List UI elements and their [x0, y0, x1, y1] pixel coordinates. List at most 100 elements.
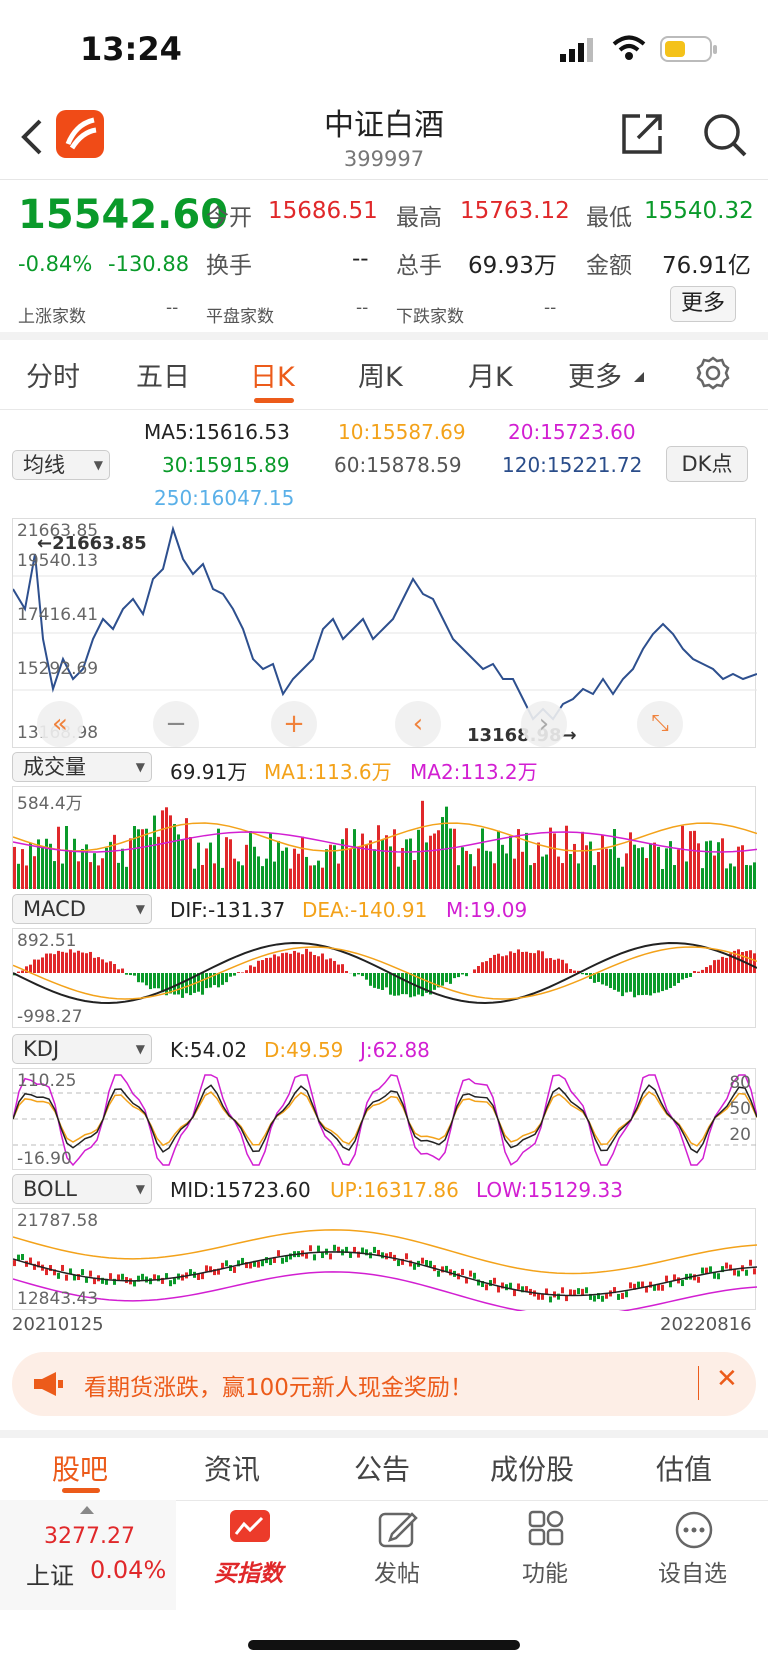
boll-candle	[397, 1260, 400, 1267]
tab-valuation[interactable]: 估值	[656, 1448, 712, 1488]
tab-monthly-k[interactable]: 月K	[468, 355, 513, 394]
kline-chart[interactable]: 21663.85 19540.13 17416.41 15292.69 1316…	[12, 518, 757, 748]
volume-bar	[237, 861, 240, 889]
volume-bar	[681, 825, 684, 889]
volume-bar	[365, 844, 368, 889]
macd-bar	[489, 957, 492, 973]
boll-candle	[473, 1272, 476, 1279]
tab-forum[interactable]: 股吧	[52, 1448, 108, 1488]
volume-bar	[473, 866, 476, 889]
kdj-d: D:49.59	[264, 1038, 344, 1062]
settings-gear-icon[interactable]	[696, 356, 730, 390]
macd-bar	[649, 973, 652, 996]
share-icon[interactable]	[620, 112, 664, 156]
volume-bar	[621, 866, 624, 889]
volume-bar	[173, 824, 176, 889]
scroll-left-fast-icon[interactable]: «	[37, 701, 83, 747]
volume-bar	[101, 858, 104, 889]
macd-bar	[389, 973, 392, 995]
volume-bar	[41, 846, 44, 889]
fullscreen-icon[interactable]: ⤡	[637, 701, 683, 747]
boll-candle	[261, 1260, 264, 1267]
boll-low: LOW:15129.33	[476, 1178, 623, 1202]
boll-select[interactable]: BOLL ▼	[12, 1174, 152, 1204]
macd-bar	[525, 951, 528, 973]
volume-bar	[673, 865, 676, 889]
more-button[interactable]: 更多	[670, 286, 736, 322]
macd-bar	[521, 951, 524, 973]
volume-bar	[433, 833, 436, 889]
macd-bar	[573, 970, 576, 973]
volume-bar	[705, 841, 708, 889]
tab-constituents[interactable]: 成份股	[490, 1448, 574, 1488]
macd-bar	[685, 973, 688, 978]
promo-text: 看期货涨跌，赢100元新人现金奖励！	[84, 1375, 473, 1401]
boll-chart: 21787.58 12843.43	[12, 1208, 757, 1311]
macd-bar	[205, 973, 208, 989]
macd-bar	[753, 953, 756, 973]
tab-intraday[interactable]: 分时	[26, 355, 80, 394]
volume-bar	[181, 839, 184, 889]
scroll-left-icon[interactable]: ‹	[395, 701, 441, 747]
tab-more[interactable]: 更多	[568, 355, 622, 394]
macd-bar	[53, 954, 56, 973]
macd-bar	[245, 970, 248, 973]
ma-select[interactable]: 均线 ▼	[12, 450, 110, 480]
tab-weekly-k[interactable]: 周K	[358, 355, 403, 394]
macd-bar	[449, 973, 452, 984]
zoom-in-icon[interactable]: +	[271, 701, 317, 747]
tab-five-day[interactable]: 五日	[136, 355, 190, 394]
flat-count: --	[356, 298, 369, 318]
volume-select[interactable]: 成交量 ▼	[12, 752, 152, 782]
zoom-out-icon[interactable]: −	[153, 701, 199, 747]
boll-candle	[725, 1262, 728, 1269]
boll-candle	[745, 1269, 748, 1276]
open-value: 15686.51	[268, 198, 378, 224]
volume-bar	[489, 851, 492, 889]
low-label: 最低	[586, 205, 632, 231]
y-axis-3: 17416.41	[17, 605, 99, 625]
change-abs: -130.88	[108, 252, 190, 276]
promo-banner[interactable]: 看期货涨跌，赢100元新人现金奖励！ ✕	[12, 1352, 756, 1416]
kdj-k: K:54.02	[170, 1038, 248, 1062]
macd-bar	[225, 973, 228, 983]
kdj-select[interactable]: KDJ ▼	[12, 1034, 152, 1064]
tab-news[interactable]: 资讯	[204, 1448, 260, 1488]
down-count-label: 下跌家数	[396, 307, 464, 327]
up-count-label: 上涨家数	[18, 307, 86, 327]
macd-bar	[705, 967, 708, 973]
boll-candle	[61, 1264, 64, 1271]
macd-bar	[169, 973, 172, 994]
volume-bar	[501, 844, 504, 889]
tab-daily-k[interactable]: 日K	[250, 355, 295, 394]
volume-value: 69.91万	[170, 760, 248, 784]
macd-bar	[153, 973, 156, 989]
tab-announcement[interactable]: 公告	[354, 1448, 410, 1488]
macd-bar	[701, 969, 704, 973]
boll-candle	[749, 1259, 752, 1266]
search-icon[interactable]	[702, 112, 748, 158]
kdj-ref-20: 20	[729, 1125, 751, 1145]
macd-bar	[673, 973, 676, 986]
volume-bar	[601, 835, 604, 889]
boll-candle	[697, 1276, 700, 1283]
volume-bar	[53, 861, 56, 889]
macd-select[interactable]: MACD ▼	[12, 894, 152, 924]
volume-bar	[241, 865, 244, 889]
market-index-ticker[interactable]: 3277.27 上证 0.04%	[0, 1500, 176, 1610]
macd-bar	[557, 958, 560, 973]
boll-candle	[241, 1257, 244, 1264]
volume-bar	[185, 818, 188, 889]
volume-bar	[441, 817, 444, 889]
volume-bar	[689, 831, 692, 889]
volume-bar	[465, 850, 468, 889]
dk-point-button[interactable]: DK点	[666, 446, 748, 482]
macd-bar	[297, 952, 300, 973]
close-icon[interactable]: ✕	[716, 1364, 738, 1394]
volume-bar	[577, 863, 580, 889]
scroll-right-icon[interactable]: ›	[521, 701, 567, 747]
volume-bar	[721, 838, 724, 889]
volume-label: 总手	[396, 253, 442, 279]
dropdown-arrow-icon: ▼	[135, 1182, 145, 1196]
macd-bar	[585, 973, 588, 976]
